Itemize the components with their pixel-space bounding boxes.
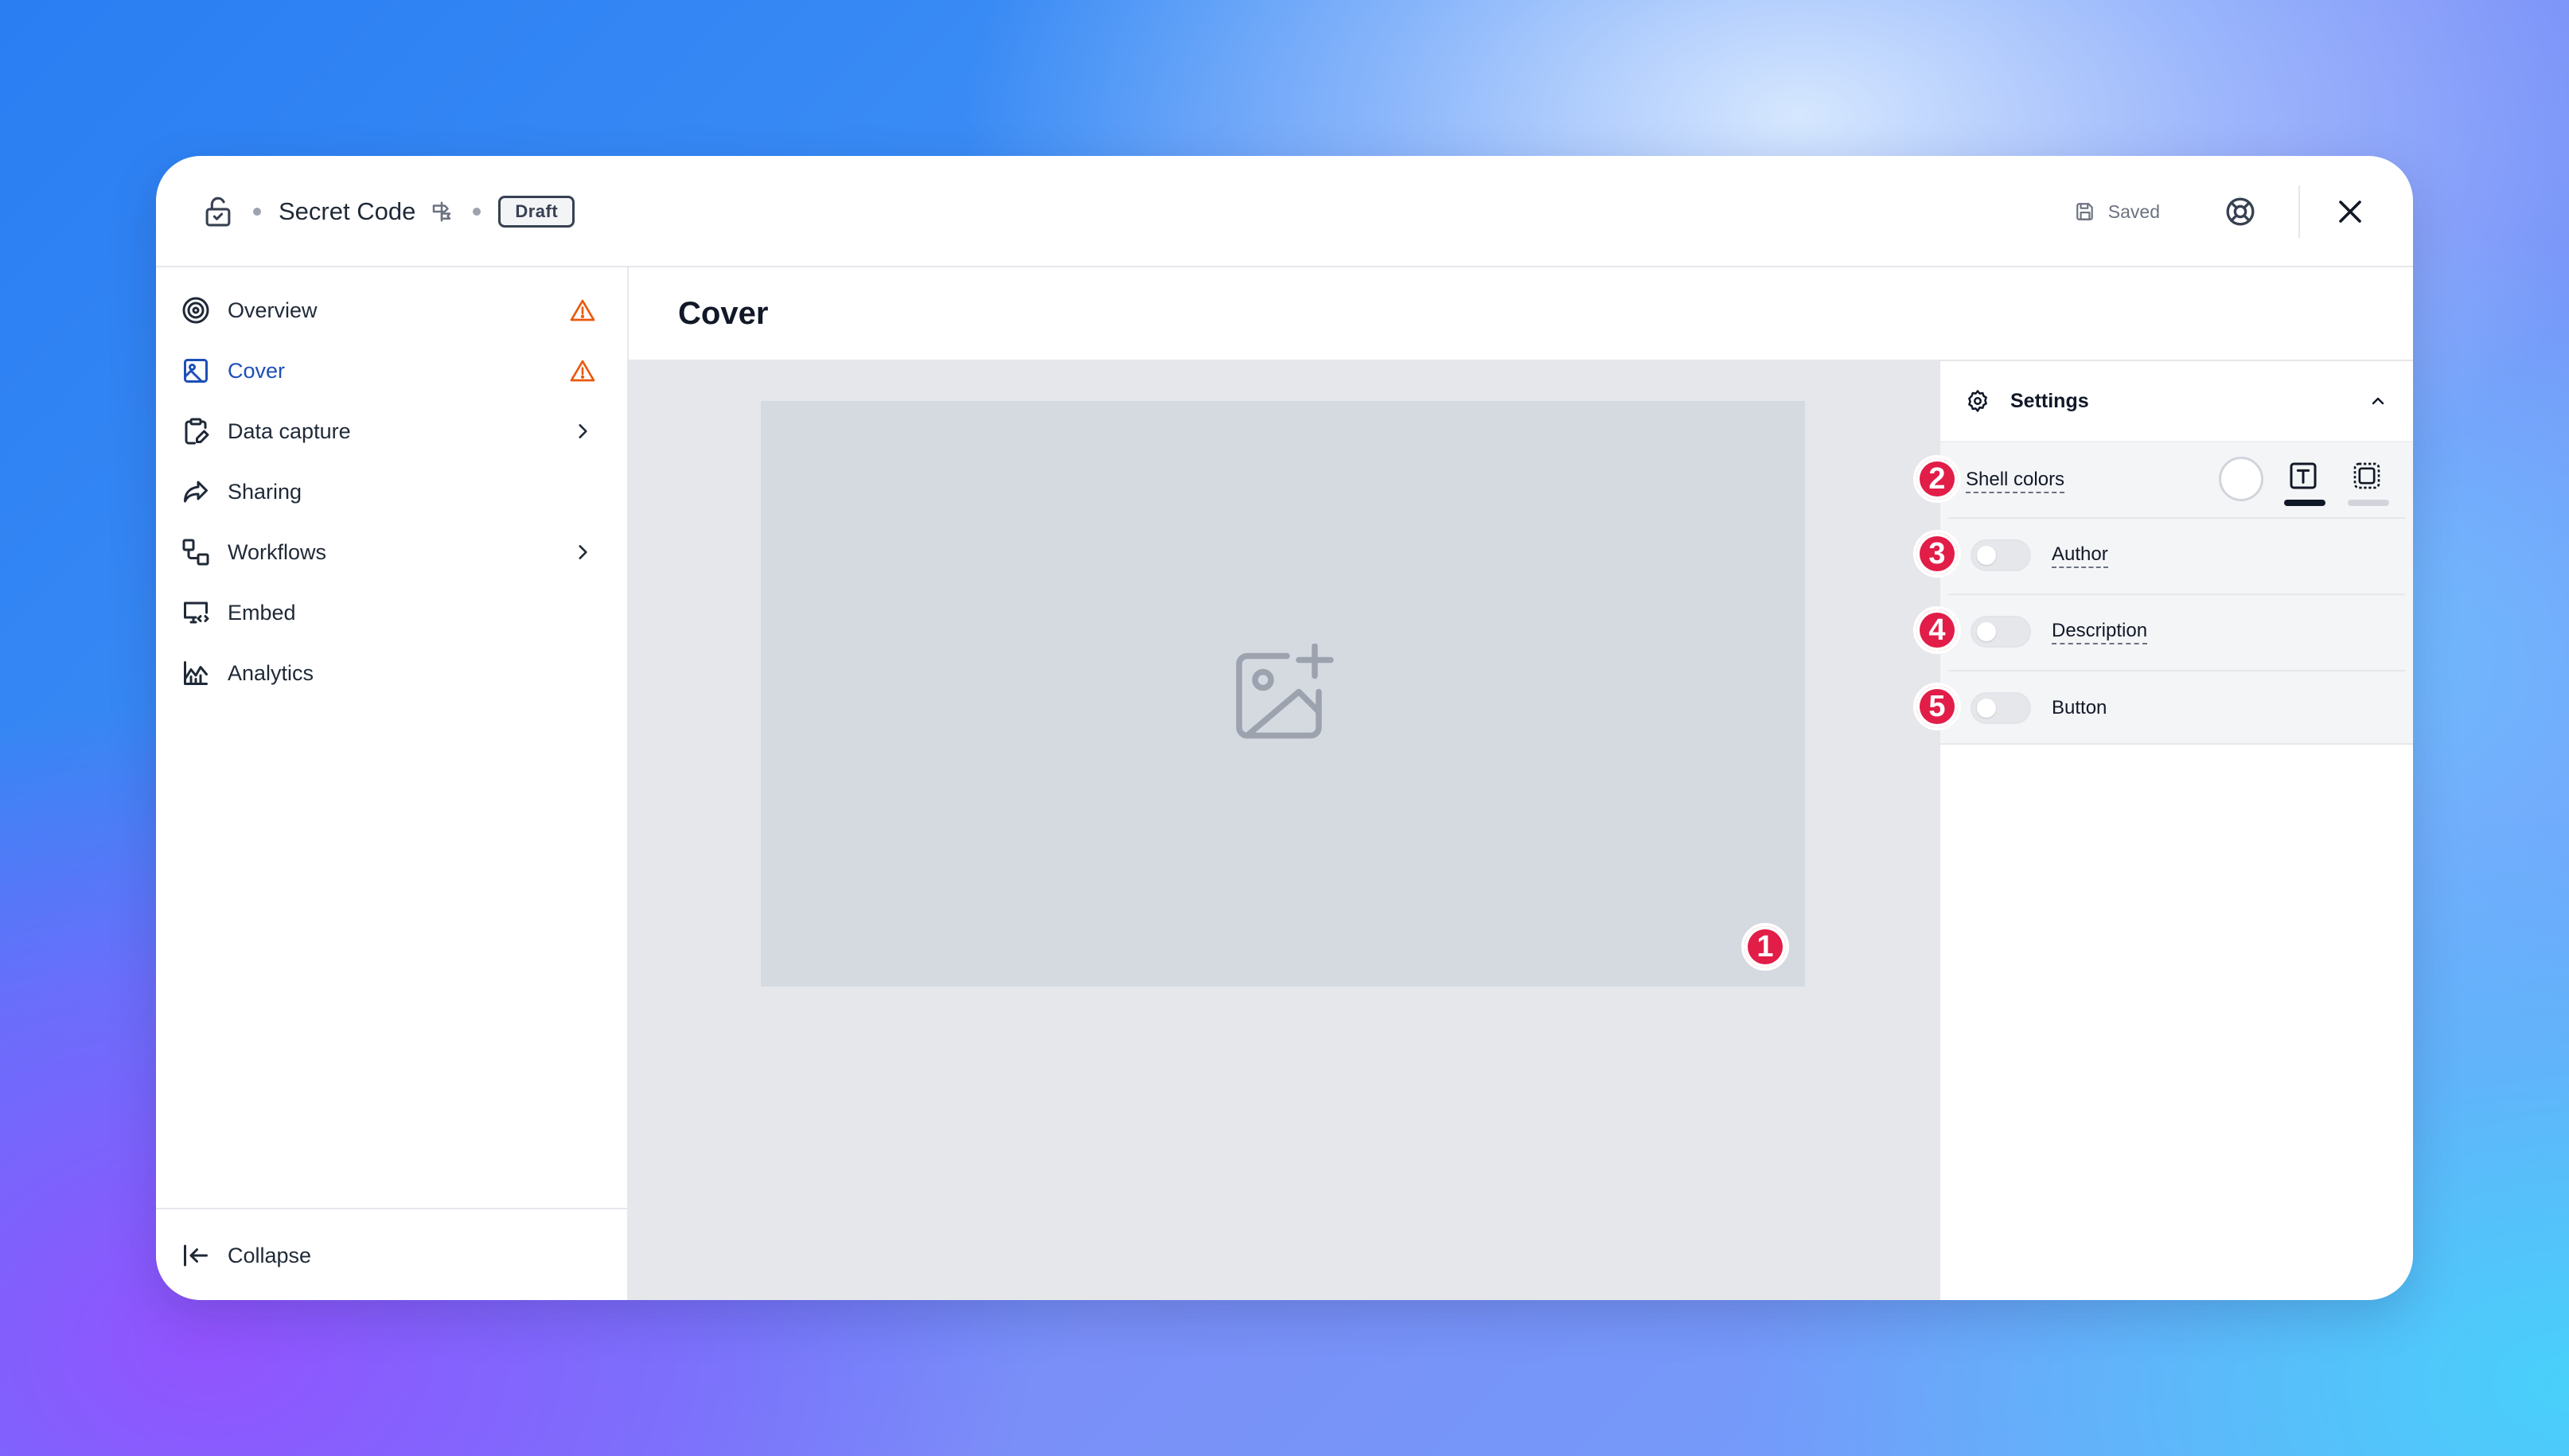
author-toggle[interactable]: [1971, 539, 2031, 571]
shell-colors-label[interactable]: Shell colors: [1966, 469, 2065, 493]
collapse-button[interactable]: Collapse: [178, 1230, 608, 1281]
top-right-tools: Saved: [2075, 156, 2368, 267]
add-image-icon: [1236, 644, 1334, 739]
workflow-icon: [178, 535, 213, 570]
background-color-swatch[interactable]: [2219, 457, 2263, 501]
main-panel: Cover 1 Settings 2 Shell colors 3 Author…: [629, 267, 2413, 1300]
image-icon: [178, 353, 213, 388]
breadcrumb: Secret Code Draft: [201, 156, 575, 267]
button-toggle[interactable]: [1971, 692, 2031, 724]
author-label[interactable]: Author: [2052, 543, 2108, 568]
gear-icon: [1966, 387, 1994, 415]
description-row: 4 Description: [1913, 594, 2413, 670]
warning-icon: [565, 353, 600, 388]
chart-icon: [178, 656, 213, 691]
sidebar-item-cover[interactable]: Cover: [178, 345, 608, 396]
settings-header[interactable]: Settings: [1940, 361, 2413, 442]
description-label[interactable]: Description: [2052, 620, 2148, 644]
chevron-right-icon: [565, 414, 600, 449]
sidebar-item-sharing[interactable]: Sharing: [178, 466, 608, 517]
annotation-marker: 3: [1913, 530, 1961, 578]
sidebar: Overview Cover Data capture Sharing Work…: [156, 267, 629, 1300]
cover-image-dropzone[interactable]: 1: [761, 401, 1805, 987]
warning-icon: [565, 293, 600, 328]
form-title[interactable]: Secret Code: [279, 197, 415, 226]
author-row: 3 Author: [1913, 517, 2413, 594]
close-icon[interactable]: [2332, 193, 2368, 230]
status-badge: Draft: [498, 196, 575, 228]
clipboard-edit-icon: [178, 414, 213, 449]
sidebar-item-label: Workflows: [228, 539, 327, 564]
annotation-marker: 2: [1913, 455, 1961, 503]
sidebar-item-label: Analytics: [228, 660, 314, 685]
settings-title: Settings: [2010, 389, 2089, 412]
text-color-icon[interactable]: [2281, 454, 2325, 498]
separator-dot: [253, 208, 261, 216]
saved-status: Saved: [2075, 201, 2160, 223]
settings-panel: Settings 2 Shell colors 3 Author 4 Descr…: [1913, 361, 2413, 1300]
help-lifebuoy-icon[interactable]: [2222, 193, 2259, 230]
chevron-right-icon: [565, 535, 600, 570]
save-icon: [2076, 203, 2093, 220]
description-toggle[interactable]: [1971, 616, 2031, 648]
top-bar: Secret Code Draft Saved: [156, 156, 2413, 267]
sidebar-item-embed[interactable]: Embed: [178, 587, 608, 638]
preview-canvas: 1: [629, 361, 1940, 1300]
saved-label: Saved: [2107, 200, 2160, 222]
button-label[interactable]: Button: [2052, 697, 2107, 720]
annotation-marker: 1: [1741, 923, 1789, 971]
border-color-indicator: [2348, 500, 2389, 506]
button-row: 5 Button: [1913, 670, 2413, 746]
sidebar-item-label: Embed: [228, 600, 296, 625]
sidebar-item-label: Cover: [228, 358, 286, 383]
annotation-marker: 5: [1913, 683, 1961, 730]
text-color-indicator: [2284, 500, 2325, 506]
monitor-code-icon: [178, 595, 213, 630]
shell-colors-row: 2 Shell colors: [1913, 442, 2413, 519]
signpost-icon[interactable]: [430, 199, 455, 224]
annotation-marker: 4: [1913, 606, 1961, 654]
sidebar-item-workflows[interactable]: Workflows: [178, 527, 608, 578]
border-color-icon[interactable]: [2345, 454, 2389, 498]
collapse-left-icon: [178, 1238, 213, 1273]
sidebar-item-label: Data capture: [228, 419, 351, 443]
share-arrow-icon: [178, 474, 213, 509]
sidebar-item-label: Sharing: [228, 479, 302, 504]
sidebar-item-data-capture[interactable]: Data capture: [178, 406, 608, 457]
collapse-label: Collapse: [228, 1243, 312, 1267]
sidebar-item-analytics[interactable]: Analytics: [178, 648, 608, 699]
unlock-icon[interactable]: [201, 194, 236, 229]
chevron-up-icon[interactable]: [2362, 385, 2394, 417]
toolbar-divider: [2298, 185, 2300, 238]
editor-window: Secret Code Draft Saved Overview Cover D…: [156, 156, 2413, 1300]
sidebar-item-overview[interactable]: Overview: [178, 285, 608, 336]
sidebar-footer: Collapse: [156, 1208, 627, 1300]
separator-dot: [473, 208, 481, 216]
sidebar-item-label: Overview: [228, 298, 318, 322]
target-icon: [178, 293, 213, 328]
page-title: Cover: [629, 267, 2413, 361]
settings-body: 2 Shell colors 3 Author 4 Description 5 …: [1913, 442, 2413, 746]
